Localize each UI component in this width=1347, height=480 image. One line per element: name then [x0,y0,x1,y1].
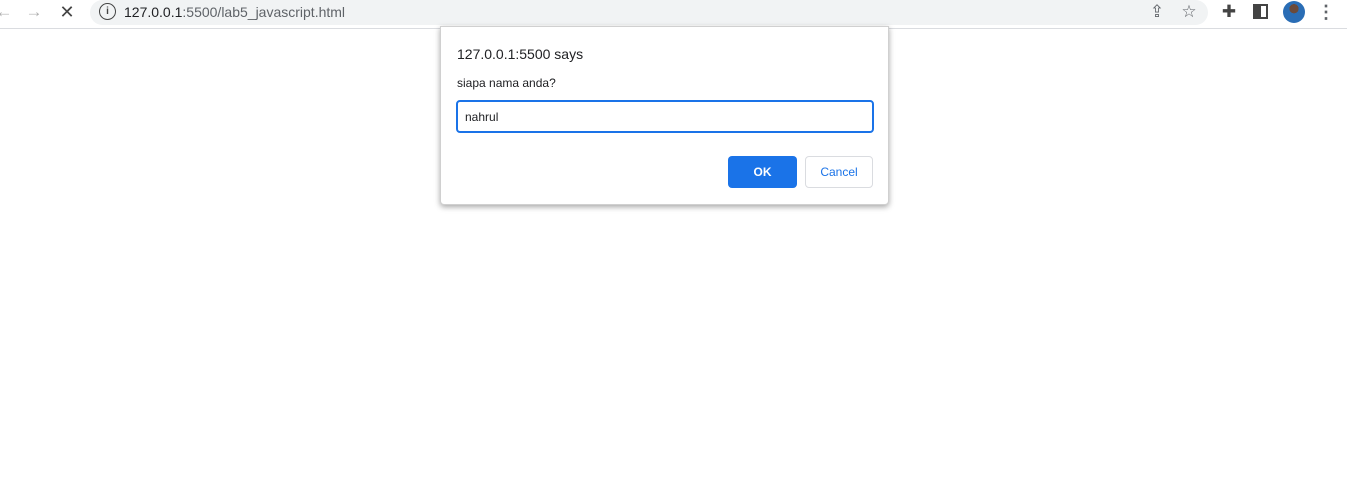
prompt-dialog: 127.0.0.1:5500 says siapa nama anda? OK … [440,26,889,205]
info-icon[interactable]: i [99,3,116,20]
back-icon[interactable]: ← [0,2,14,22]
avatar[interactable] [1283,1,1305,23]
dialog-title: 127.0.0.1:5500 says [457,46,584,62]
share-icon[interactable]: ⇪ [1147,2,1167,22]
extensions-icon[interactable]: ✚ [1219,2,1239,22]
stop-icon[interactable]: ✕ [57,2,77,22]
browser-toolbar: ← → ✕ i 127.0.0.1:5500/lab5_javascript.h… [0,0,1347,29]
cancel-button[interactable]: Cancel [805,156,873,188]
star-icon[interactable]: ☆ [1179,2,1199,22]
ok-button[interactable]: OK [728,156,797,188]
url-host: 127.0.0.1 [124,4,183,20]
menu-icon[interactable]: ⋮ [1316,2,1336,22]
prompt-input[interactable] [456,100,874,133]
dialog-message: siapa nama anda? [457,76,556,90]
forward-icon[interactable]: → [24,2,44,22]
side-panel-icon[interactable] [1253,4,1268,19]
url-text[interactable]: 127.0.0.1:5500/lab5_javascript.html [124,4,345,20]
url-path: :5500/lab5_javascript.html [182,4,346,20]
